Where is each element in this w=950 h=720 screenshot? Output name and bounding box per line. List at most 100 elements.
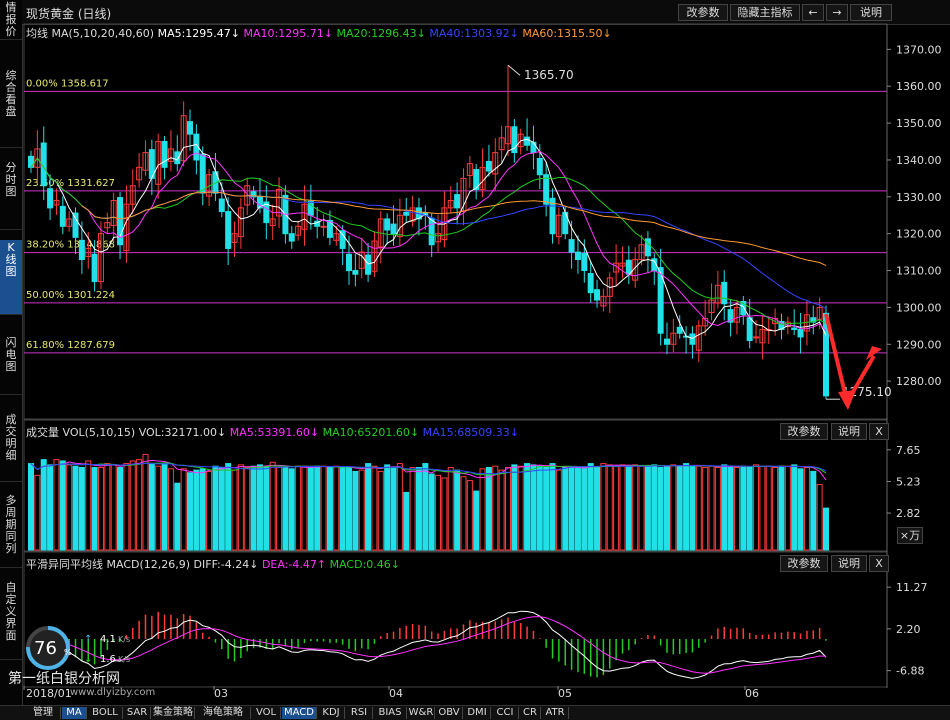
volume-help-button[interactable]: 说明 [831,423,867,440]
macd-params: MACD(12,26,9) [106,558,191,571]
candle-body [746,317,753,342]
price-panel-frame [23,23,888,420]
volume-unit-button[interactable]: ×万 [897,527,923,544]
candle-body [225,211,232,249]
candle-body [485,160,492,172]
volume-bar [517,465,524,551]
volume-bar [167,468,174,551]
indicator-tab-dmi13[interactable]: DMI [464,707,491,719]
indicator-tab-0[interactable]: 管理 [26,707,61,719]
volume-bar [155,465,162,551]
volume-bar [772,467,779,551]
volume-bar [594,467,601,551]
volume-bar [269,461,276,551]
candle-body [791,327,798,331]
volume-bar [301,465,308,551]
candle-body [28,155,34,168]
indicator-tab-4[interactable]: 集金策略 [152,707,195,719]
price-tick-label: 1310.00 [896,265,942,278]
upload-arrow-icon: ↑ [84,634,93,645]
price-tick-label: 1280.00 [896,375,942,388]
volume-bar [727,465,734,551]
volume-bar [295,465,302,551]
indicator-tab-cr15[interactable]: CR [520,707,541,719]
indicator-tab-cci14[interactable]: CCI [492,707,519,719]
volume-bar [225,463,232,551]
volume-bar [447,467,454,551]
indicator-tab-vol6[interactable]: VOL [252,707,281,719]
indicator-tab-kdj8[interactable]: KDJ [318,707,345,719]
macd-close-button[interactable]: X [869,555,889,572]
candle-body [676,326,683,334]
volume-close-button[interactable]: X [869,423,889,440]
volume-bar [28,463,34,551]
volume-bar [288,468,295,551]
volume-bar [600,463,607,551]
volume-bar [797,468,804,551]
candle-body [574,251,581,260]
macd-edit-params-button[interactable]: 改参数 [780,555,828,572]
volume-bar [97,467,104,551]
dea-value: DEA:-4.47↑ [261,558,327,571]
indicator-tab-boll2[interactable]: BOLL [88,707,123,719]
arrow-head-down [838,390,856,410]
diff-value: DIFF:-4.24↓ [193,558,259,571]
volume-legend: 成交量 VOL(5,10,15) VOL:32171.00↓ MA5:53391… [26,424,519,440]
macd-panel-frame [23,551,888,688]
x-axis-label: 04 [389,687,403,700]
volume-bar [314,465,321,551]
volume-bar [702,467,709,551]
price-tick-label: 1340.00 [896,154,942,167]
price-tick-label: 1300.00 [896,301,942,314]
indicator-tab-obv12[interactable]: OBV [436,707,463,719]
kline-chart[interactable]: 1370.00 1360.00 1350.00 1340.00 1330.00 1320.… [0,0,950,705]
indicator-tab-macd7[interactable]: MACD [282,707,317,719]
candle-body [47,188,54,209]
volume-bar [695,465,702,551]
macd-value: MACD:0.46↓ [329,558,400,571]
volume-bar [218,467,225,551]
volume-bar [466,480,473,551]
volume-bar [396,463,403,551]
volume-bar [613,465,620,551]
candle-body [568,239,575,253]
macd-help-button[interactable]: 说明 [831,555,867,572]
volume-bar [460,476,467,551]
volume-bar [307,467,314,551]
indicator-tab-rsi9[interactable]: RSI [346,707,373,719]
watermark-text: 第一纸白银分析网 [8,671,120,687]
volume-bar [740,465,747,551]
volume-bar [72,465,79,551]
fib-label: 61.80% 1287.679 [26,340,115,351]
volume-bar [339,467,346,551]
volume-bar [778,465,785,551]
indicator-tab-sar3[interactable]: SAR [124,707,151,719]
upload-unit: K/s [118,635,131,644]
volume-bar [66,464,73,551]
indicator-tab-atr16[interactable]: ATR [542,707,569,719]
candle-body [72,212,79,238]
volume-bar [485,467,492,551]
volume-bar [390,467,397,551]
indicator-tab-5[interactable]: 海龟策略 [196,707,251,719]
volume-bar [422,463,429,551]
network-speed-widget: 76 % ↑ 4.1 K/s ↓ 1.6 K/s [22,620,140,670]
indicator-tab-bias10[interactable]: BIAS [374,707,407,719]
macd-legend: 平滑异同平均线 MACD(12,26,9) DIFF:-4.24↓ DEA:-4… [26,556,400,572]
candle-body [78,239,85,260]
volume-bar [562,467,569,551]
candle-body [390,223,397,235]
volume-bar [206,470,213,551]
volume-bar [625,465,632,551]
indicator-tab-ma1[interactable]: MA [62,707,87,719]
volume-bar [810,470,817,551]
candle-body [524,136,531,146]
candle-body [536,157,543,176]
volume-edit-params-button[interactable]: 改参数 [780,423,828,440]
volume-bar [409,467,416,551]
ma60-value: MA60:1315.50↓ [522,27,612,40]
volume-bar [320,465,327,551]
volume-bar [47,464,54,551]
indicator-tab-wr11[interactable]: W&R [408,707,435,719]
volume-bar [587,463,594,551]
